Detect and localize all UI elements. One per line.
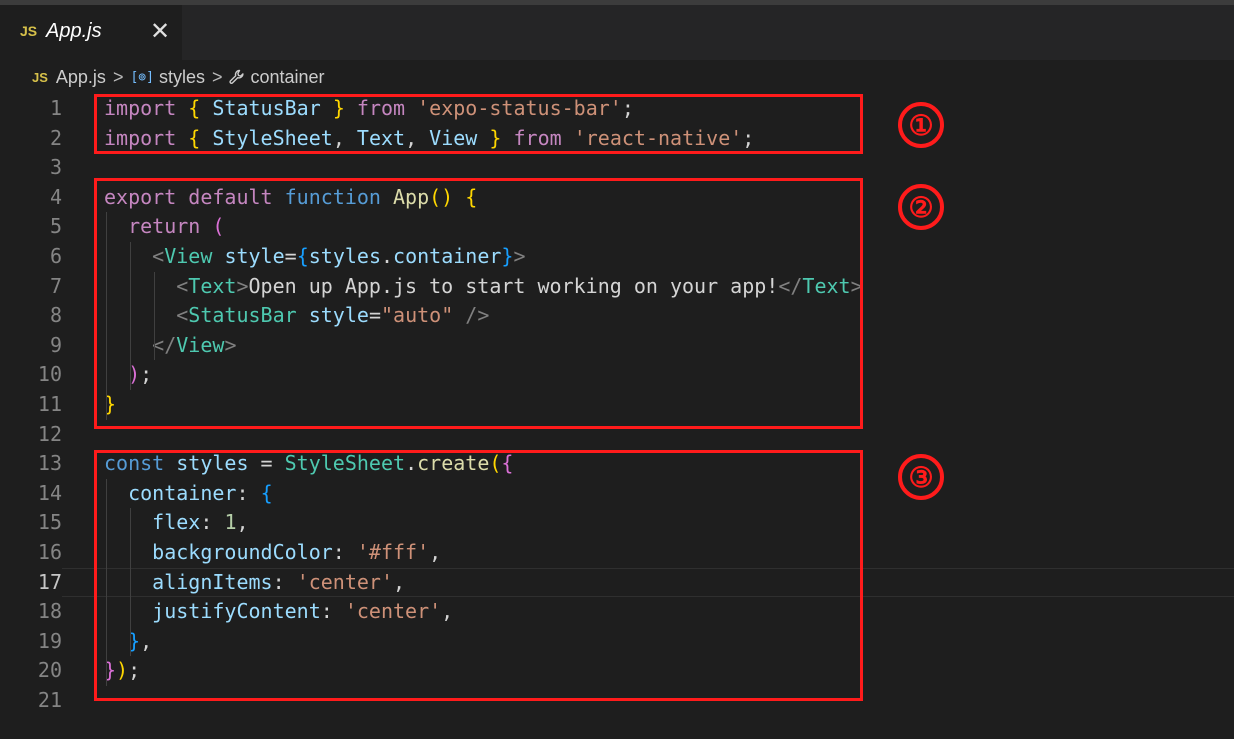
chevron-right-icon: > xyxy=(211,66,223,87)
line-number: 20 xyxy=(37,658,62,683)
javascript-file-icon: JS xyxy=(32,69,48,85)
tab-bar: JS App.js ✕ xyxy=(0,5,1234,60)
breadcrumb: JS App.js > [⊚] styles > container xyxy=(0,60,1234,94)
annotation-marker-2: ② xyxy=(898,184,944,230)
line-number: 13 xyxy=(37,451,62,476)
annotation-box-imports xyxy=(94,94,863,154)
line-number: 12 xyxy=(37,421,62,446)
chevron-right-icon: > xyxy=(112,66,124,87)
tab-label: App.js xyxy=(46,20,102,42)
annotation-marker-3: ③ xyxy=(898,454,944,500)
close-icon[interactable]: ✕ xyxy=(150,17,170,46)
line-number: 19 xyxy=(37,628,62,653)
line-number: 16 xyxy=(37,540,62,564)
line-number: 18 xyxy=(37,599,62,624)
line-number: 2 xyxy=(49,125,62,150)
line-number: 7 xyxy=(49,273,62,298)
line-number: 3 xyxy=(49,155,62,180)
line-number: 21 xyxy=(37,688,62,712)
tab-app-js[interactable]: JS App.js ✕ xyxy=(0,5,182,60)
line-number: 6 xyxy=(49,244,62,268)
line-number: 9 xyxy=(49,332,62,357)
line-number: 1 xyxy=(49,96,62,120)
annotation-marker-1: ① xyxy=(898,102,944,148)
javascript-file-icon: JS xyxy=(20,23,38,39)
annotation-box-app-function xyxy=(94,178,863,429)
breadcrumb-file[interactable]: App.js xyxy=(56,67,106,88)
line-number: 4 xyxy=(49,184,62,209)
line-number: 15 xyxy=(37,510,62,535)
breadcrumb-symbol-container[interactable]: container xyxy=(250,67,324,88)
breadcrumb-symbol-styles[interactable]: styles xyxy=(159,67,205,88)
line-number: 5 xyxy=(49,214,62,239)
property-wrench-icon xyxy=(229,67,245,88)
line-number: 14 xyxy=(37,480,62,505)
line-number: 11 xyxy=(37,392,62,416)
line-number: 8 xyxy=(49,303,62,328)
variable-symbol-icon: [⊚] xyxy=(130,69,154,85)
annotation-box-styles xyxy=(94,450,863,701)
line-number: 10 xyxy=(37,362,62,387)
line-number: 17 xyxy=(37,569,62,594)
